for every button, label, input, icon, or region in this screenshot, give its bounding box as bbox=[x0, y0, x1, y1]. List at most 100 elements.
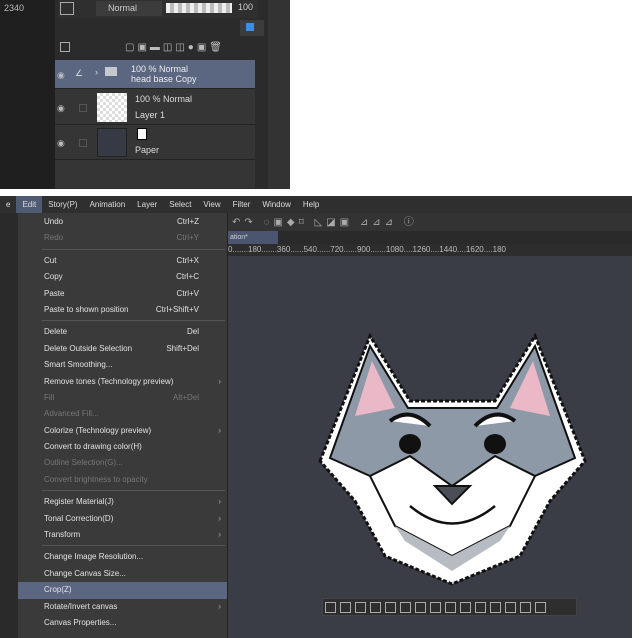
menu-item-label: Delete bbox=[44, 327, 68, 337]
layer-row[interactable]: ◉ ∠ › 100 % Normal head base Copy bbox=[55, 60, 255, 89]
menu-item-copy[interactable]: Copy Ctrl+C bbox=[18, 269, 227, 285]
layer-row[interactable]: ◉ Paper bbox=[55, 125, 255, 160]
menu-bar: e Edit Story(P) Animation Layer Select View Fil… bbox=[0, 196, 632, 213]
selection-tool-icon[interactable] bbox=[490, 602, 501, 613]
menu-item-register-material-j[interactable]: Register Material(J) › bbox=[18, 494, 227, 510]
panel-menu-icon[interactable] bbox=[60, 42, 70, 52]
selection-tool-icon[interactable] bbox=[475, 602, 486, 613]
menu-item-canvas-properties[interactable]: Canvas Properties... bbox=[18, 615, 227, 631]
chevron-right-icon: › bbox=[218, 425, 221, 435]
menu-item-label: Redo bbox=[44, 233, 64, 243]
menu-item-label: Delete Outside Selection bbox=[44, 343, 133, 353]
selection-tool-icon[interactable] bbox=[505, 602, 516, 613]
menu-item-fill[interactable]: Fill Alt+Del bbox=[18, 390, 227, 406]
menu-item-change-canvas-size[interactable]: Change Canvas Size... bbox=[18, 566, 227, 582]
lock-checkbox[interactable] bbox=[79, 138, 87, 147]
menu-item-change-image-resolution[interactable]: Change Image Resolution... bbox=[18, 549, 227, 565]
menu-item-label: Colorize (Technology preview) bbox=[44, 425, 152, 435]
menu-view[interactable]: View bbox=[197, 196, 226, 213]
menu-item-cut[interactable]: Cut Ctrl+X bbox=[18, 253, 227, 269]
menu-animation[interactable]: Animation bbox=[84, 196, 132, 213]
selection-tool-icon[interactable] bbox=[460, 602, 471, 613]
selection-launcher bbox=[322, 598, 577, 616]
menu-item-outline-selection-g[interactable]: Outline Selection(G)... bbox=[18, 455, 227, 471]
menu-item-tonal-correction-d[interactable]: Tonal Correction(D) › bbox=[18, 511, 227, 527]
menu-item-convert-to-drawing-color-h[interactable]: Convert to drawing color(H) bbox=[18, 439, 227, 455]
menu-item-paste[interactable]: Paste Ctrl+V bbox=[18, 286, 227, 302]
chevron-right-icon: › bbox=[218, 530, 221, 540]
menu-item-shortcut: Ctrl+V bbox=[176, 288, 199, 298]
layer-name: Paper bbox=[135, 145, 160, 155]
pen-icon[interactable]: ∠ bbox=[75, 68, 83, 79]
menu-item-paste-to-shown-position[interactable]: Paste to shown position Ctrl+Shift+V bbox=[18, 302, 227, 318]
menu-item-transform[interactable]: Transform › bbox=[18, 527, 227, 543]
menu-item-redo[interactable]: Redo Ctrl+Y bbox=[18, 230, 227, 246]
selection-tool-icon[interactable] bbox=[355, 602, 366, 613]
menu-item-rotate-invert-canvas[interactable]: Rotate/Invert canvas › bbox=[18, 599, 227, 615]
menu-layer[interactable]: Layer bbox=[131, 196, 163, 213]
menu-item-label: Change Canvas Size... bbox=[44, 568, 126, 578]
menu-item-label: Paste bbox=[44, 288, 65, 298]
selection-tool-icon[interactable] bbox=[340, 602, 351, 613]
eye-icon[interactable]: ◉ bbox=[57, 70, 65, 81]
toolbar-icons[interactable]: ↶↷ ◌▣◆⌑ ◺◪▣ ⊿⊿⊿ ⓘ bbox=[232, 217, 418, 228]
opacity-slider[interactable] bbox=[166, 3, 232, 13]
selection-tool-icon[interactable] bbox=[385, 602, 396, 613]
lock-checkbox[interactable] bbox=[79, 103, 87, 112]
opacity-value[interactable]: 100 bbox=[238, 2, 253, 12]
menu-help[interactable]: Help bbox=[297, 196, 325, 213]
eye-icon[interactable]: ◉ bbox=[57, 103, 65, 114]
menu-item-label: Change Image Resolution... bbox=[44, 552, 144, 562]
selection-tool-icon[interactable] bbox=[400, 602, 411, 613]
menu-storyp[interactable]: Story(P) bbox=[42, 196, 83, 213]
layer-panel: 2340 Normal 100 ▢▣▬◫◫●▣🗑 ◉ ∠ › 100 % Normal… bbox=[0, 0, 290, 189]
menu-window[interactable]: Window bbox=[256, 196, 296, 213]
menu-item-delete[interactable]: Delete Del bbox=[18, 324, 227, 340]
menu-item-delete-outside-selection[interactable]: Delete Outside Selection Shift+Del bbox=[18, 341, 227, 357]
menu-item-label: Crop(Z) bbox=[44, 585, 72, 595]
menu-item-label: Paste to shown position bbox=[44, 304, 129, 314]
menu-item-shortcut: Ctrl+C bbox=[176, 272, 199, 282]
menu-filter[interactable]: Filter bbox=[227, 196, 257, 213]
canvas-edge bbox=[0, 0, 55, 189]
menu-item-label: Undo bbox=[44, 217, 64, 226]
menu-item-advanced-fill[interactable]: Advanced Fill... bbox=[18, 406, 227, 422]
chevron-right-icon: › bbox=[218, 513, 221, 523]
menu-item-shortcut: Shift+Del bbox=[166, 343, 199, 353]
layer-color-button[interactable] bbox=[240, 20, 264, 36]
blend-mode-select[interactable]: Normal bbox=[96, 1, 162, 16]
selection-tool-icon[interactable] bbox=[415, 602, 426, 613]
menu-item-convert-brightness-to-opacity[interactable]: Convert brightness to opacity bbox=[18, 472, 227, 488]
document-tab[interactable]: ation* bbox=[228, 231, 278, 244]
menu-item-remove-tones-technology-preview[interactable]: Remove tones (Technology preview) › bbox=[18, 374, 227, 390]
menu-item-label: Convert to drawing color(H) bbox=[44, 442, 142, 452]
selection-tool-icon[interactable] bbox=[520, 602, 531, 613]
menu-item-label: Advanced Fill... bbox=[44, 409, 99, 419]
menu-item-smart-smoothing[interactable]: Smart Smoothing... bbox=[18, 357, 227, 373]
layer-row[interactable]: ◉ 100 % Normal Layer 1 bbox=[55, 90, 255, 125]
menu-item-label: Smart Smoothing... bbox=[44, 360, 113, 370]
menu-item-shortcut: Del bbox=[186, 327, 199, 337]
layer-mode: 100 % Normal bbox=[135, 94, 193, 104]
edit-menu: Undo Ctrl+Z Redo Ctrl+Y Cut Ctrl+X Copy Ctrl+C P… bbox=[18, 213, 228, 638]
menu-edit[interactable]: Edit bbox=[16, 196, 43, 213]
selection-tool-icon[interactable] bbox=[445, 602, 456, 613]
eye-icon[interactable]: ◉ bbox=[57, 138, 65, 149]
layer-toolbar-icons[interactable]: ▢▣▬◫◫●▣🗑 bbox=[125, 42, 225, 53]
selection-tool-icon[interactable] bbox=[325, 602, 336, 613]
selection-tool-icon[interactable] bbox=[430, 602, 441, 613]
menu-item-label: Tonal Correction(D) bbox=[44, 513, 114, 523]
menu-item-crop-z[interactable]: Crop(Z) bbox=[18, 582, 227, 599]
color-swatch[interactable] bbox=[60, 2, 74, 15]
menu-item-colorize-technology-preview[interactable]: Colorize (Technology preview) › bbox=[18, 423, 227, 439]
layer-thumbnail bbox=[97, 128, 127, 157]
menu-item-undo[interactable]: Undo Ctrl+Z bbox=[18, 214, 227, 230]
selection-tool-icon[interactable] bbox=[370, 602, 381, 613]
selection-tool-icon[interactable] bbox=[535, 602, 546, 613]
chevron-right-icon: › bbox=[218, 601, 221, 611]
menu-select[interactable]: Select bbox=[163, 196, 197, 213]
expand-chevron-icon[interactable]: › bbox=[95, 67, 98, 77]
command-bar: ↶↷ ◌▣◆⌑ ◺◪▣ ⊿⊿⊿ ⓘ bbox=[228, 213, 632, 231]
paper-icon bbox=[137, 128, 147, 140]
menu-e[interactable]: e bbox=[0, 196, 16, 213]
